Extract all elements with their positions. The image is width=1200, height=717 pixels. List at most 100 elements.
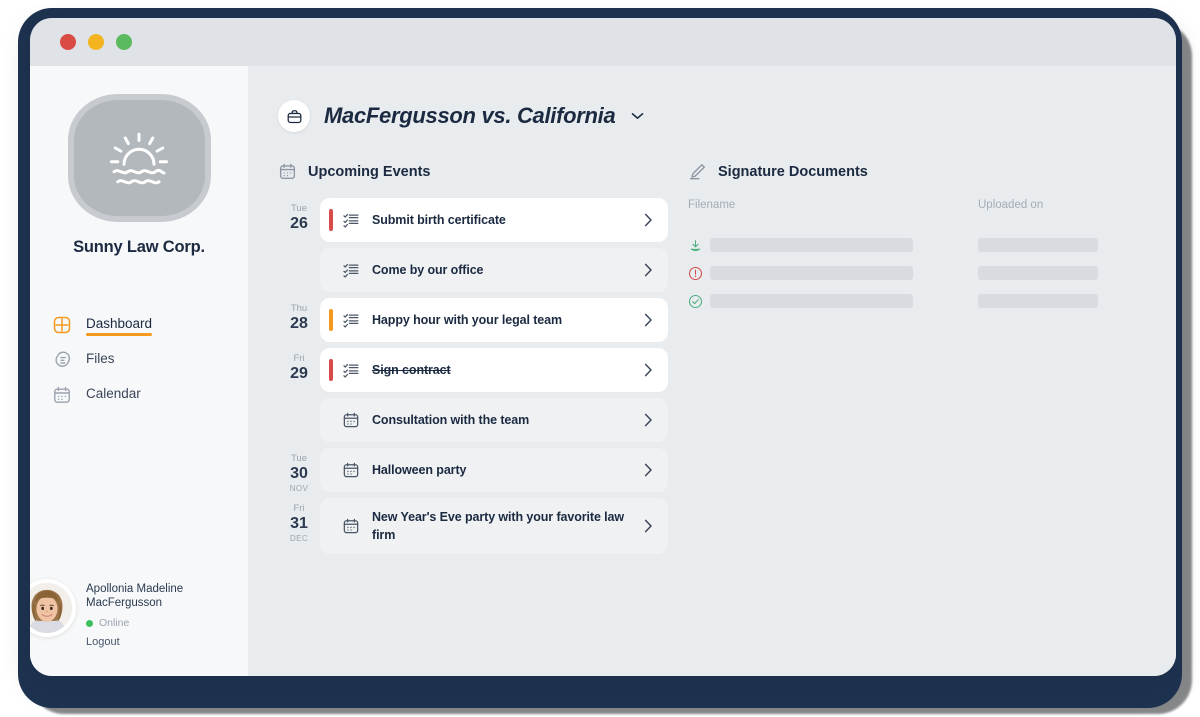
upcoming-events-panel: Upcoming Events Tue26 Submit birth certi…	[248, 162, 668, 557]
status-badge: Online	[86, 617, 204, 629]
calendar-icon	[342, 411, 360, 429]
event-title: Halloween party	[372, 463, 466, 477]
event-row: Fri29 Sign contract	[278, 345, 668, 395]
event-day-number: 28	[278, 314, 320, 333]
event-row: Tue26 Submit birth certificate	[278, 195, 668, 245]
event-card[interactable]: Halloween party	[320, 448, 668, 492]
event-card[interactable]: Sign contract	[320, 348, 668, 392]
event-date: Tue30NOV	[278, 445, 320, 495]
avatar[interactable]	[30, 579, 76, 637]
checklist-icon	[342, 261, 360, 279]
user-meta: Apollonia Madeline MacFergusson Online L…	[86, 579, 204, 648]
event-card[interactable]: Consultation with the team	[320, 398, 668, 442]
panel-title: Upcoming Events	[308, 164, 430, 180]
close-window-button[interactable]	[60, 34, 76, 50]
chevron-right-icon[interactable]	[644, 463, 654, 477]
documents-list	[688, 231, 1176, 315]
event-title: Happy hour with your legal team	[372, 313, 562, 327]
user-profile-card: Apollonia Madeline MacFergusson Online L…	[30, 579, 254, 648]
minimize-window-button[interactable]	[88, 34, 104, 50]
app-window: Sunny Law Corp. Dashboard	[30, 18, 1176, 676]
document-filename-placeholder	[710, 238, 913, 252]
event-day-of-week: Fri	[278, 353, 320, 364]
event-date	[278, 245, 320, 295]
documents-table-header: Filename Uploaded on	[688, 195, 1176, 213]
event-date: Fri31DEC	[278, 495, 320, 557]
document-uploaded-placeholder	[978, 294, 1098, 308]
title-bar	[30, 18, 1176, 66]
document-row[interactable]	[688, 231, 1176, 259]
event-row: Tue30NOV Halloween party	[278, 445, 668, 495]
files-icon	[52, 350, 72, 370]
chevron-right-icon[interactable]	[644, 213, 654, 227]
sidebar: Sunny Law Corp. Dashboard	[30, 66, 248, 676]
event-body: Come by our office	[372, 261, 632, 279]
event-card[interactable]: Come by our office	[320, 248, 668, 292]
event-row: Consultation with the team	[278, 395, 668, 445]
grid-dashboard-icon	[52, 315, 72, 335]
event-month: DEC	[278, 533, 320, 544]
column-header-filename: Filename	[688, 195, 978, 213]
case-header: MacFergusson vs. California	[248, 66, 1176, 132]
logout-button[interactable]: Logout	[86, 636, 204, 648]
sidebar-item-label: Calendar	[86, 386, 141, 404]
calendar-icon	[342, 517, 360, 535]
event-card[interactable]: New Year's Eve party with your favorite …	[320, 498, 668, 554]
sidebar-item-calendar[interactable]: Calendar	[52, 377, 248, 412]
panel-title: Signature Documents	[718, 164, 868, 180]
event-day-number: 29	[278, 364, 320, 383]
event-card[interactable]: Submit birth certificate	[320, 198, 668, 242]
traffic-lights	[60, 34, 132, 50]
status-label: Online	[99, 617, 129, 629]
alert-circle-icon	[688, 266, 710, 281]
event-accent-bar	[329, 209, 333, 231]
event-body: Submit birth certificate	[372, 211, 632, 229]
sidebar-item-files[interactable]: Files	[52, 342, 248, 377]
event-body: New Year's Eve party with your favorite …	[372, 508, 632, 544]
download-circle-icon	[688, 238, 710, 253]
briefcase-icon	[278, 100, 310, 132]
event-body: Happy hour with your legal team	[372, 311, 632, 329]
chevron-right-icon[interactable]	[644, 519, 654, 533]
chevron-right-icon[interactable]	[644, 263, 654, 277]
pen-signature-icon	[688, 162, 707, 181]
event-row: Come by our office	[278, 245, 668, 295]
event-day-number: 26	[278, 214, 320, 233]
document-row[interactable]	[688, 287, 1176, 315]
column-header-uploaded-on: Uploaded on	[978, 195, 1176, 213]
sidebar-item-dashboard[interactable]: Dashboard	[52, 307, 248, 342]
signature-documents-panel: Signature Documents Filename Uploaded on	[668, 162, 1176, 557]
event-day-of-week: Fri	[278, 503, 320, 514]
document-row[interactable]	[688, 259, 1176, 287]
document-filename-placeholder	[710, 294, 913, 308]
event-day-number: 31	[278, 514, 320, 533]
document-uploaded-placeholder	[978, 266, 1098, 280]
panel-header: Upcoming Events	[278, 162, 668, 181]
maximize-window-button[interactable]	[116, 34, 132, 50]
calendar-icon	[342, 461, 360, 479]
chevron-right-icon[interactable]	[644, 363, 654, 377]
event-title: Come by our office	[372, 263, 483, 277]
event-body: Sign contract	[372, 361, 632, 379]
event-row: Fri31DEC New Year's Eve party with your …	[278, 495, 668, 557]
org-name: Sunny Law Corp.	[30, 238, 248, 257]
org-logo	[68, 94, 211, 222]
sun-over-water-icon	[68, 94, 211, 222]
event-accent-bar	[329, 359, 333, 381]
event-title: Sign contract	[372, 363, 451, 377]
chevron-right-icon[interactable]	[644, 413, 654, 427]
event-accent-bar	[329, 309, 333, 331]
checklist-icon	[342, 361, 360, 379]
event-day-of-week: Tue	[278, 203, 320, 214]
chevron-right-icon[interactable]	[644, 313, 654, 327]
event-row: Thu28 Happy hour with your legal team	[278, 295, 668, 345]
check-circle-icon	[688, 294, 710, 309]
event-month: NOV	[278, 483, 320, 494]
chevron-down-icon[interactable]	[631, 112, 644, 120]
event-title: New Year's Eve party with your favorite …	[372, 510, 624, 542]
checklist-icon	[342, 211, 360, 229]
sidebar-item-label: Files	[86, 351, 115, 369]
event-body: Consultation with the team	[372, 411, 632, 429]
event-body: Halloween party	[372, 461, 632, 479]
event-card[interactable]: Happy hour with your legal team	[320, 298, 668, 342]
